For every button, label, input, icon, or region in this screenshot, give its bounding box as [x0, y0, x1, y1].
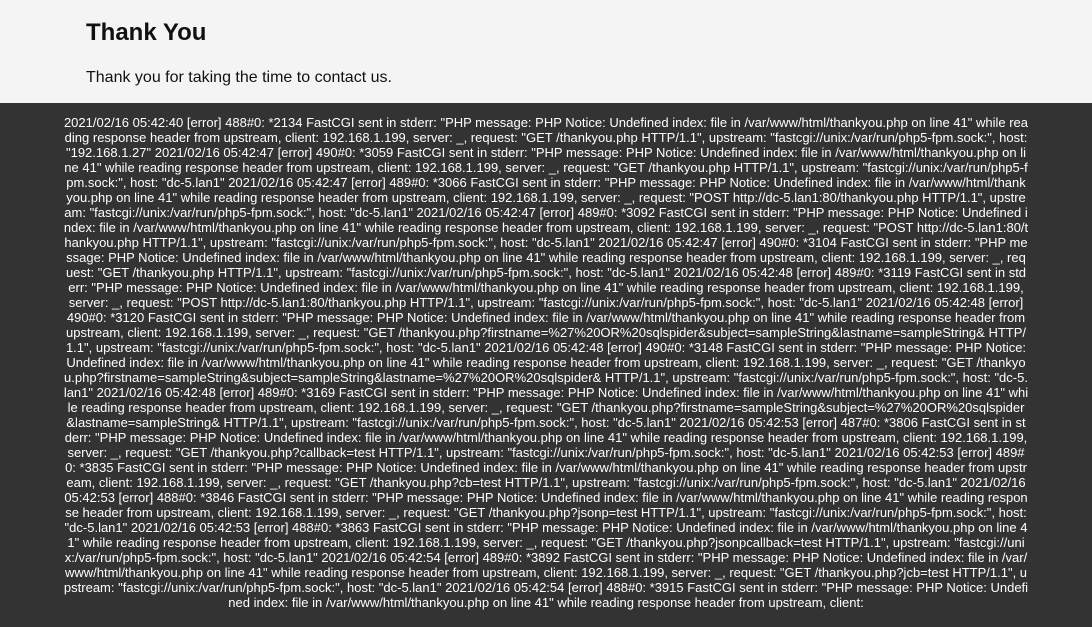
error-log-panel: 2021/02/16 05:42:40 [error] 488#0: *2134… — [0, 103, 1092, 627]
page-header: Thank You Thank you for taking the time … — [0, 0, 1092, 103]
thank-you-message: Thank you for taking the time to contact… — [86, 69, 392, 86]
error-log-text: 2021/02/16 05:42:40 [error] 488#0: *2134… — [63, 115, 1029, 610]
page-title: Thank You — [86, 19, 207, 46]
